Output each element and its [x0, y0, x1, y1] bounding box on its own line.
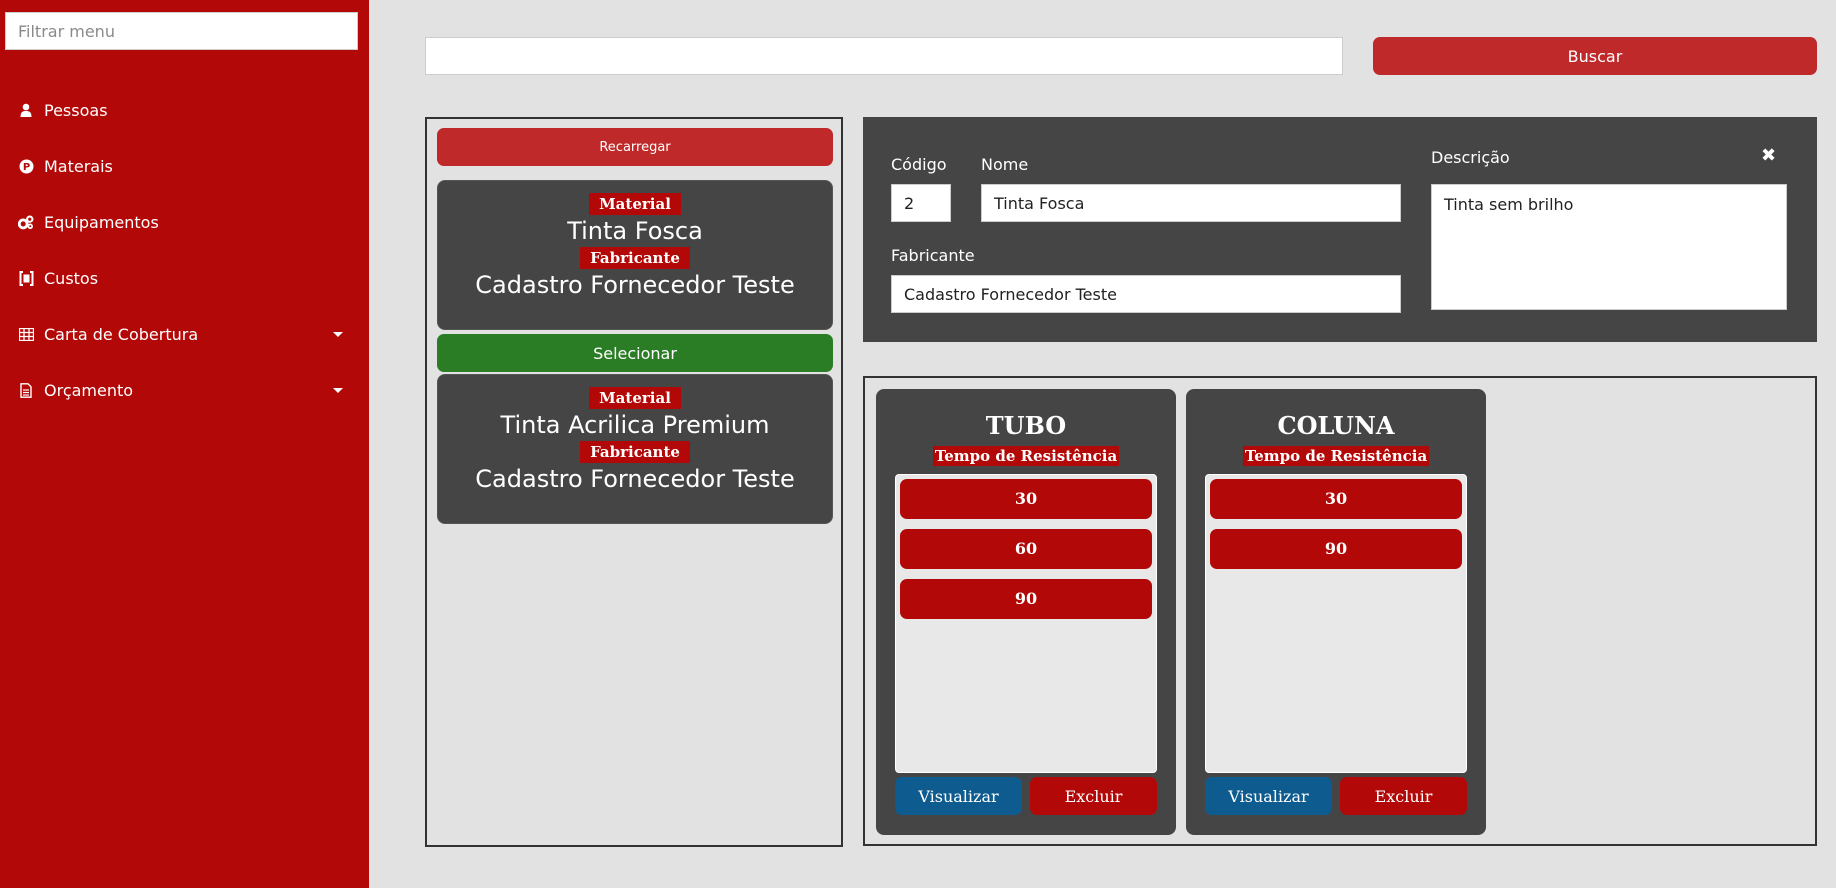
reload-button[interactable]: Recarregar [437, 128, 833, 166]
card-subtitle: Tempo de Resistência [1186, 446, 1486, 466]
sidebar-item-pessoas[interactable]: Pessoas [0, 82, 369, 138]
fabricante-field[interactable]: Cadastro Fornecedor Teste [891, 275, 1401, 313]
view-button[interactable]: Visualizar [895, 777, 1022, 815]
manufacturer-tag: Fabricante [580, 247, 690, 269]
material-card[interactable]: Material Tinta Fosca Fabricante Cadastro… [437, 180, 833, 330]
search-button[interactable]: Buscar [1373, 37, 1817, 75]
filter-menu-input[interactable] [5, 12, 358, 50]
material-tag: Material [589, 387, 681, 409]
select-button[interactable]: Selecionar [437, 334, 833, 372]
parking-circle-icon: P [18, 158, 34, 174]
gears-icon [18, 214, 34, 230]
resistance-value-button[interactable]: 30 [1210, 479, 1462, 519]
resistance-card: COLUNA Tempo de Resistência 30 90 Visual… [1186, 389, 1486, 835]
descricao-field[interactable]: Tinta sem brilho [1431, 184, 1787, 310]
material-name: Tinta Fosca [567, 217, 703, 245]
resistance-value-button[interactable]: 60 [900, 529, 1152, 569]
document-icon [18, 382, 34, 398]
material-list-panel: Recarregar Material Tinta Fosca Fabrican… [425, 117, 843, 847]
resistance-card: TUBO Tempo de Resistência 30 60 90 Visua… [876, 389, 1176, 835]
delete-button[interactable]: Excluir [1340, 777, 1467, 815]
fabricante-label: Fabricante [891, 246, 975, 265]
material-tag: Material [589, 193, 681, 215]
sidebar-item-label: Orçamento [44, 380, 134, 400]
money-bracket-icon [18, 270, 34, 286]
chevron-down-icon [333, 388, 343, 393]
manufacturer-name: Cadastro Fornecedor Teste [475, 271, 795, 299]
svg-text:P: P [22, 162, 29, 173]
sidebar-item-orcamento[interactable]: Orçamento [0, 362, 369, 418]
sidebar-item-label: Custos [44, 268, 99, 288]
resistance-value-button[interactable]: 90 [1210, 529, 1462, 569]
codigo-field[interactable]: 2 [891, 184, 951, 222]
nome-field[interactable]: Tinta Fosca [981, 184, 1401, 222]
sidebar-item-label: Carta de Cobertura [44, 324, 199, 344]
view-button[interactable]: Visualizar [1205, 777, 1332, 815]
material-name: Tinta Acrilica Premium [500, 411, 770, 439]
manufacturer-name: Cadastro Fornecedor Teste [475, 465, 795, 493]
resistance-values-list: 30 60 90 [895, 474, 1157, 773]
resistance-values-list: 30 90 [1205, 474, 1467, 773]
search-input[interactable] [425, 37, 1343, 75]
sidebar-item-label: Pessoas [44, 100, 108, 120]
sidebar-item-materais[interactable]: P Materais [0, 138, 369, 194]
material-card[interactable]: Material Tinta Acrilica Premium Fabrican… [437, 374, 833, 524]
chevron-down-icon [333, 332, 343, 337]
card-title: TUBO [985, 411, 1067, 440]
manufacturer-tag: Fabricante [580, 441, 690, 463]
sidebar-item-label: Equipamentos [44, 212, 159, 232]
sidebar-nav: Pessoas P Materais Equipamentos Custos C… [0, 82, 369, 418]
sidebar-item-carta-de-cobertura[interactable]: Carta de Cobertura [0, 306, 369, 362]
codigo-label: Código [891, 155, 947, 174]
resistance-value-button[interactable]: 90 [900, 579, 1152, 619]
table-icon [18, 326, 34, 342]
sidebar: Pessoas P Materais Equipamentos Custos C… [0, 0, 369, 888]
card-subtitle-text: Tempo de Resistência [932, 446, 1120, 466]
sidebar-item-equipamentos[interactable]: Equipamentos [0, 194, 369, 250]
delete-button[interactable]: Excluir [1030, 777, 1157, 815]
card-subtitle: Tempo de Resistência [876, 446, 1176, 466]
sidebar-item-label: Materais [44, 156, 113, 176]
material-detail-form: Código 2 Nome Tinta Fosca Fabricante Cad… [863, 117, 1817, 342]
resistance-cards-panel: TUBO Tempo de Resistência 30 60 90 Visua… [863, 376, 1817, 846]
close-icon[interactable]: ✖ [1761, 147, 1776, 165]
sidebar-item-custos[interactable]: Custos [0, 250, 369, 306]
descricao-label: Descrição [1431, 148, 1510, 167]
resistance-value-button[interactable]: 30 [900, 479, 1152, 519]
user-icon [18, 102, 34, 118]
card-subtitle-text: Tempo de Resistência [1242, 446, 1430, 466]
card-title: COLUNA [1277, 411, 1395, 440]
nome-label: Nome [981, 155, 1029, 174]
